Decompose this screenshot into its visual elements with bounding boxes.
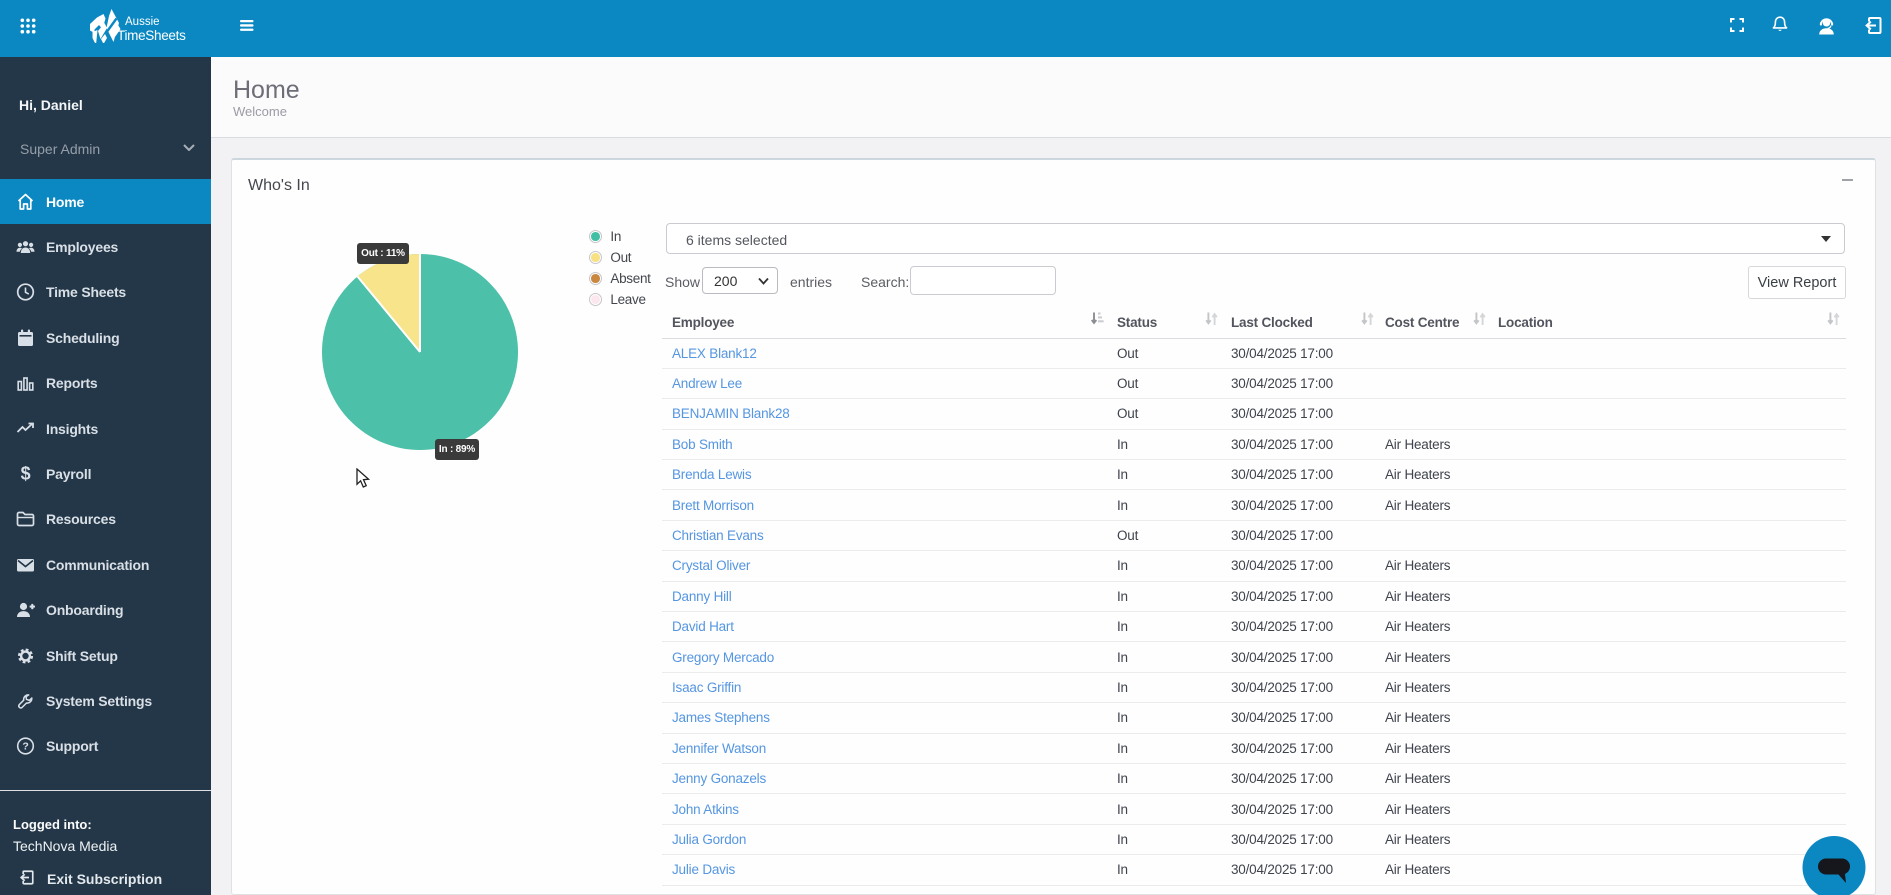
svg-text:?: ? [22, 741, 28, 753]
